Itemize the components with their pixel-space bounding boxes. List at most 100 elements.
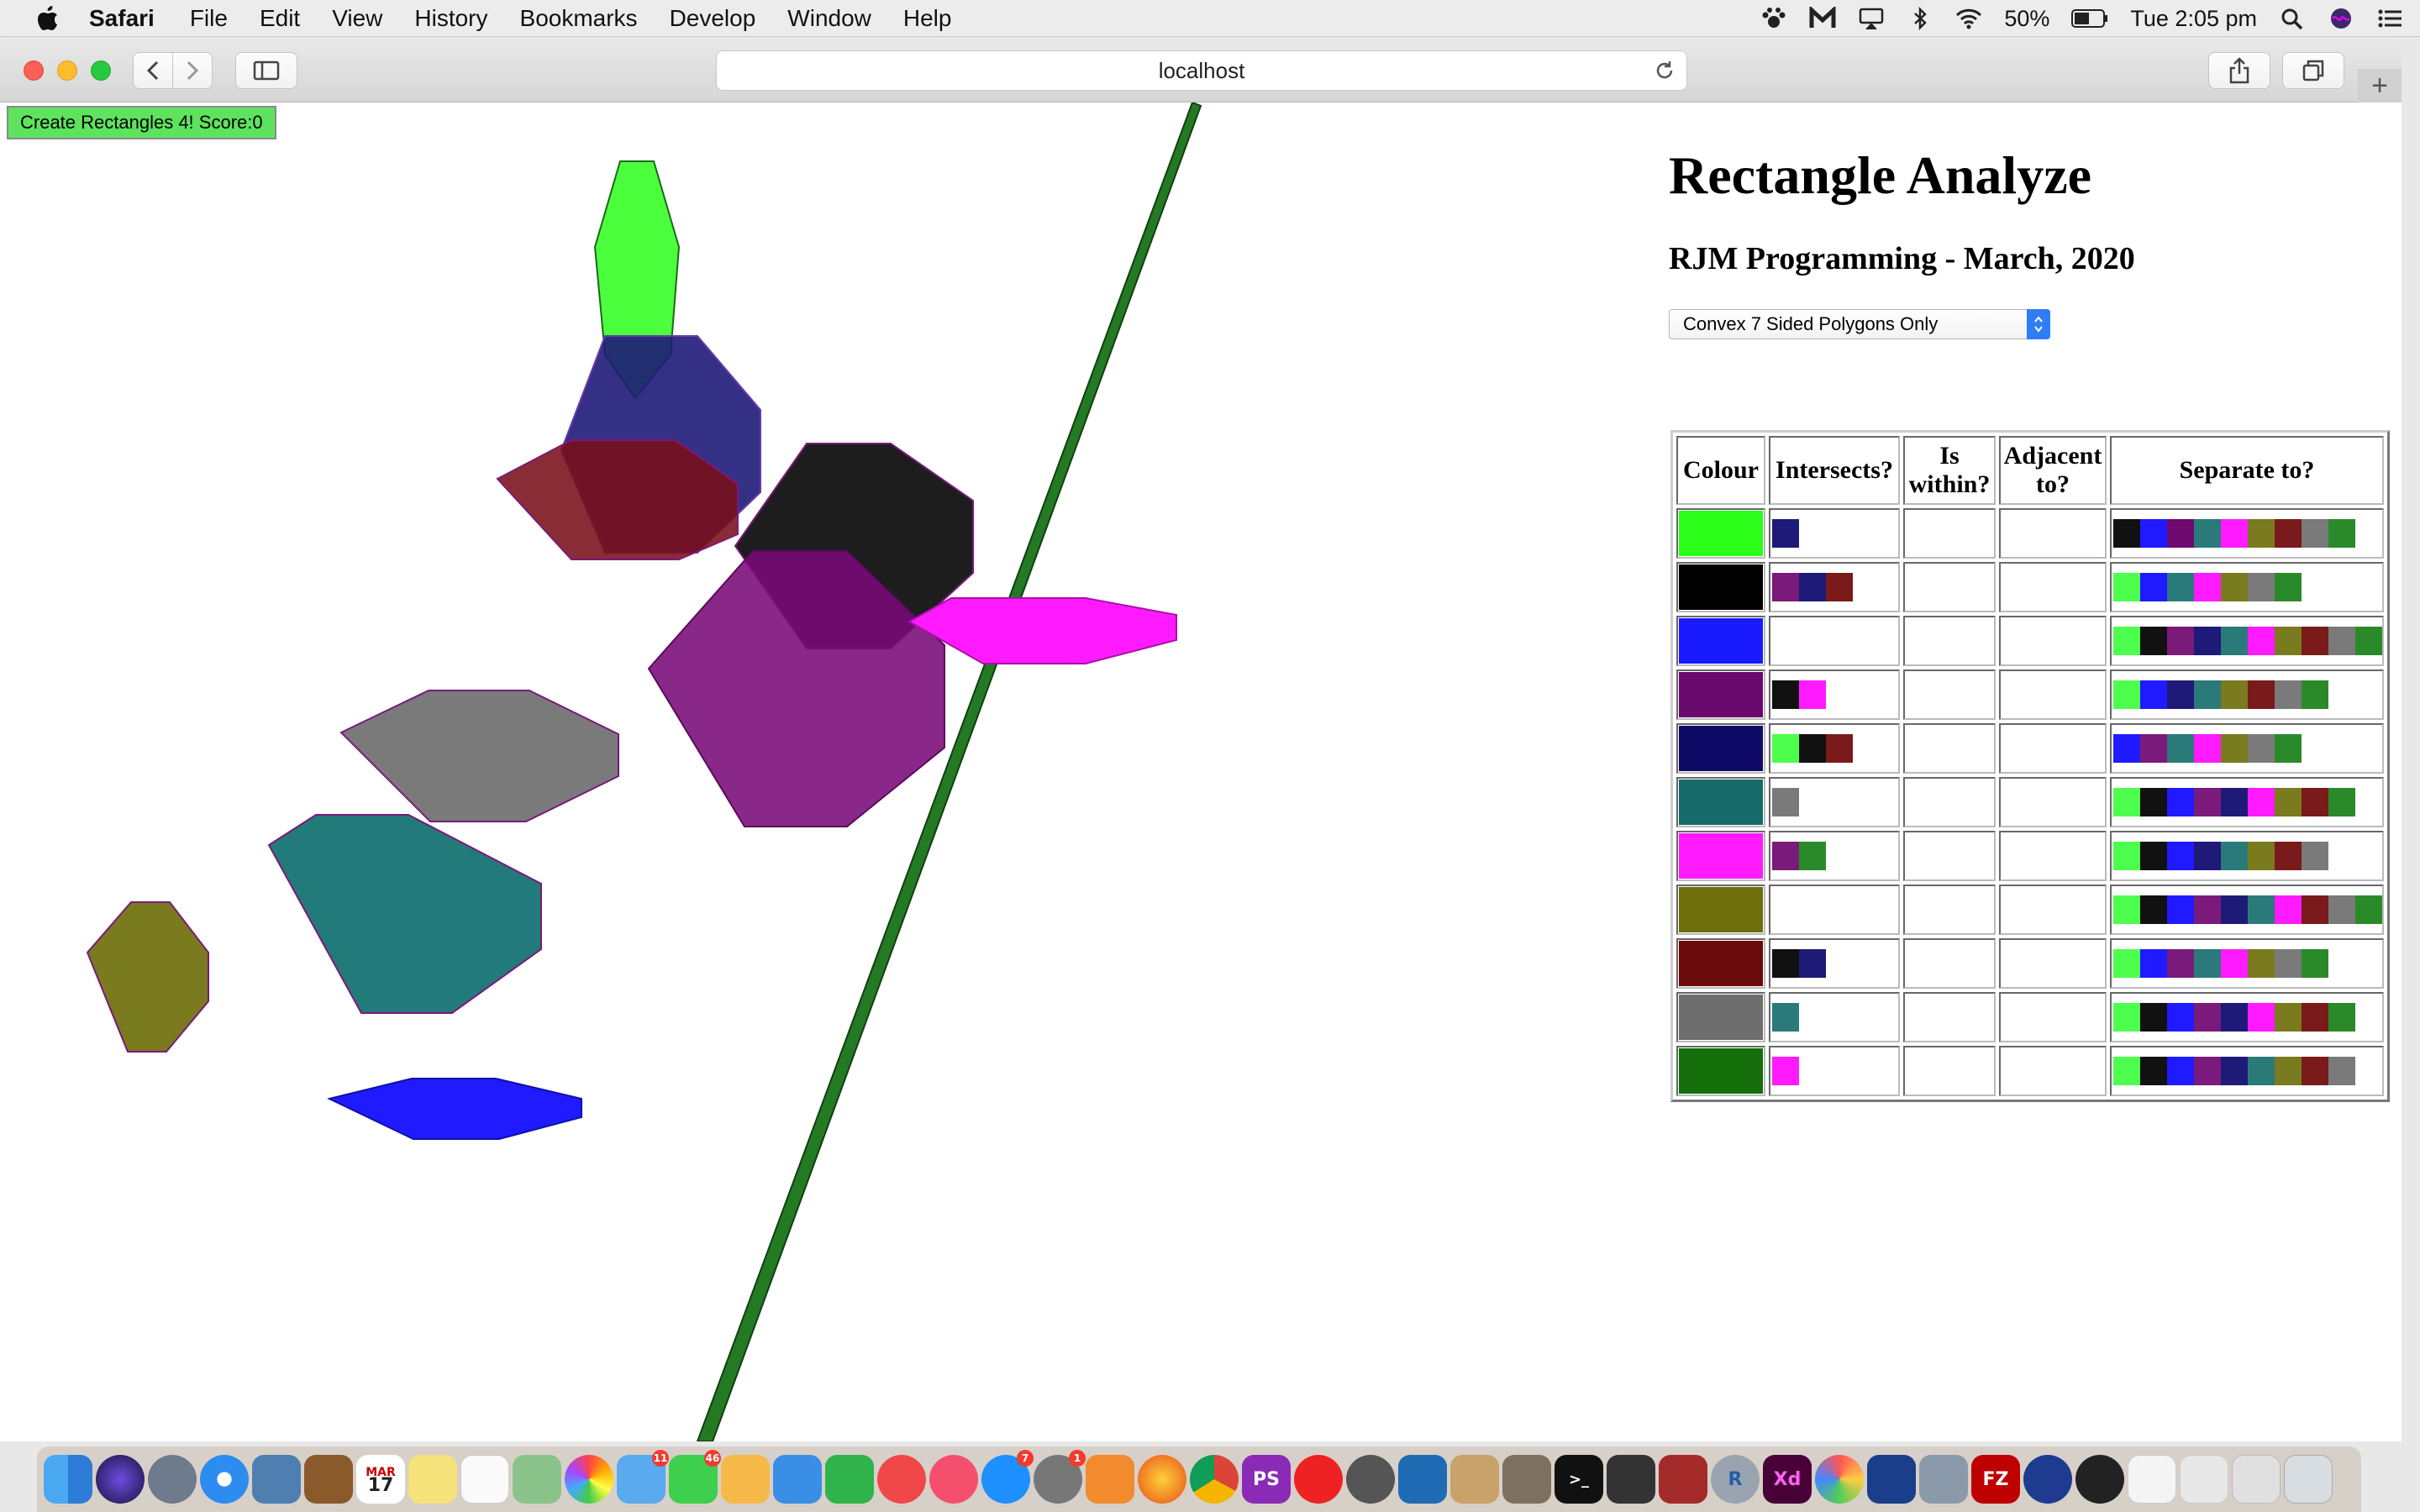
wifi-icon[interactable] (1955, 7, 1982, 30)
menu-bookmarks[interactable]: Bookmarks (520, 5, 638, 32)
intersects-cell (1769, 831, 1900, 881)
menu-view[interactable]: View (332, 5, 382, 32)
menu-develop[interactable]: Develop (670, 5, 756, 32)
firefox-icon[interactable] (1138, 1455, 1186, 1504)
app-store-icon[interactable]: 7 (981, 1450, 1034, 1504)
airplay-icon[interactable] (1858, 7, 1885, 30)
colour-swatch (1679, 941, 1763, 986)
colour-swatch (1679, 672, 1763, 717)
numbers-icon[interactable] (825, 1455, 874, 1504)
trash-icon[interactable] (2284, 1455, 2333, 1504)
adobe-xd-icon[interactable]: Xd (1763, 1455, 1812, 1504)
colour-chip (2113, 788, 2140, 816)
launchpad-icon[interactable] (148, 1455, 197, 1504)
news-icon[interactable] (877, 1455, 926, 1504)
mail-icon[interactable]: 11 (617, 1450, 669, 1504)
inkscape-icon[interactable] (1607, 1455, 1655, 1504)
safari-icon[interactable] (200, 1455, 249, 1504)
colour-chip (2275, 842, 2302, 870)
polygon-canvas[interactable] (0, 102, 1664, 1441)
polygon-type-select[interactable]: Convex 7 Sided Polygons Only (1669, 309, 2050, 339)
finder-icon[interactable] (44, 1455, 92, 1504)
separate-to-swatches (2112, 832, 2382, 879)
colour-chip (2248, 627, 2275, 655)
window-zoom-button[interactable] (91, 60, 111, 81)
gimp-icon[interactable] (1502, 1455, 1551, 1504)
spotlight-search-icon[interactable] (2279, 7, 2306, 30)
adjacent-to-cell (1999, 723, 2107, 774)
colour-chip (2194, 788, 2221, 816)
is-within-cell (1903, 992, 1996, 1042)
reminders-icon[interactable] (460, 1455, 509, 1504)
m-logo-icon[interactable] (1809, 7, 1836, 30)
messages-icon[interactable]: 46 (669, 1450, 721, 1504)
battery-percent[interactable]: 50% (2004, 6, 2049, 32)
adjacent-to-swatches (2001, 832, 2105, 879)
sidebar-toggle-button[interactable] (235, 52, 297, 89)
window-close-button[interactable] (24, 60, 44, 81)
siri-icon[interactable] (2328, 7, 2354, 30)
terminal-icon[interactable]: >_ (1555, 1455, 1603, 1504)
opera-icon[interactable] (1294, 1455, 1343, 1504)
notes-icon[interactable] (408, 1455, 457, 1504)
menu-edit[interactable]: Edit (260, 5, 300, 32)
menu-file[interactable]: File (190, 5, 228, 32)
separate-to-cell (2110, 508, 2384, 559)
screenshot-app-icon[interactable] (1919, 1455, 1968, 1504)
apple-icon[interactable] (37, 5, 59, 31)
photos-icon[interactable] (565, 1455, 613, 1504)
menu-window[interactable]: Window (787, 5, 871, 32)
colour-cell (1676, 669, 1765, 720)
preview-icon[interactable] (252, 1455, 301, 1504)
paw-icon[interactable] (1760, 7, 1787, 30)
flowchart-app-icon[interactable] (1867, 1455, 1916, 1504)
calendar-icon[interactable]: MAR 17 (356, 1455, 405, 1504)
wordpress-app-icon[interactable] (1398, 1455, 1447, 1504)
documents-folder-icon[interactable] (2128, 1455, 2176, 1504)
address-bar[interactable]: localhost (716, 50, 1687, 91)
system-preferences-icon[interactable]: 1 (1034, 1450, 1086, 1504)
show-tabs-button[interactable] (2282, 52, 2344, 89)
reload-icon[interactable] (1653, 59, 1676, 82)
xcode-tool-icon[interactable] (1450, 1455, 1499, 1504)
filezilla-icon[interactable]: FZ (1971, 1455, 2020, 1504)
audacity-logo-icon[interactable] (1086, 1455, 1134, 1504)
r-language-icon[interactable]: R (1711, 1455, 1760, 1504)
recent-items-stack-icon[interactable] (2232, 1455, 2281, 1504)
menubar-clock[interactable]: Tue 2:05 pm (2130, 6, 2257, 32)
window-minimize-button[interactable] (57, 60, 77, 81)
chrome-icon[interactable] (1190, 1455, 1239, 1504)
color-picker-icon[interactable] (1815, 1455, 1864, 1504)
notification-center-icon[interactable] (2376, 7, 2403, 30)
menu-help[interactable]: Help (903, 5, 952, 32)
is-within-swatches (1905, 994, 1994, 1041)
dice-app-icon[interactable] (1659, 1455, 1707, 1504)
colour-chip (2275, 1003, 2302, 1032)
bluetooth-icon[interactable] (1907, 7, 1933, 30)
siri-dock-icon[interactable] (96, 1455, 145, 1504)
colour-chip (1772, 1057, 1799, 1085)
keynote-icon[interactable] (773, 1455, 822, 1504)
new-tab-button[interactable]: + (2358, 69, 2402, 102)
battery-icon[interactable] (2071, 8, 2108, 29)
back-button[interactable] (133, 52, 173, 89)
elephant-app-icon[interactable] (1346, 1455, 1395, 1504)
is-within-cell (1903, 777, 1996, 827)
menu-app-name[interactable]: Safari (89, 5, 155, 32)
intersects-swatches (1770, 617, 1898, 664)
maps-icon[interactable] (513, 1455, 561, 1504)
music-icon[interactable] (929, 1455, 978, 1504)
phpstorm-icon[interactable]: PS (1242, 1455, 1291, 1504)
menu-history[interactable]: History (414, 5, 487, 32)
f-app-icon[interactable] (2075, 1455, 2124, 1504)
notebook-icon[interactable] (304, 1455, 353, 1504)
downloads-stack-icon[interactable] (2180, 1455, 2228, 1504)
colour-chip (2113, 949, 2140, 978)
pages-icon[interactable] (721, 1455, 770, 1504)
create-rectangles-button[interactable]: Create Rectangles 4! Score:0 (7, 106, 276, 139)
forward-button[interactable] (172, 52, 213, 89)
header-adjacent-to: Adjacent to? (1999, 436, 2107, 505)
status-area: 50% Tue 2:05 pm (1760, 0, 2403, 37)
share-button[interactable] (2208, 52, 2270, 89)
audacity-icon[interactable] (2023, 1455, 2072, 1504)
